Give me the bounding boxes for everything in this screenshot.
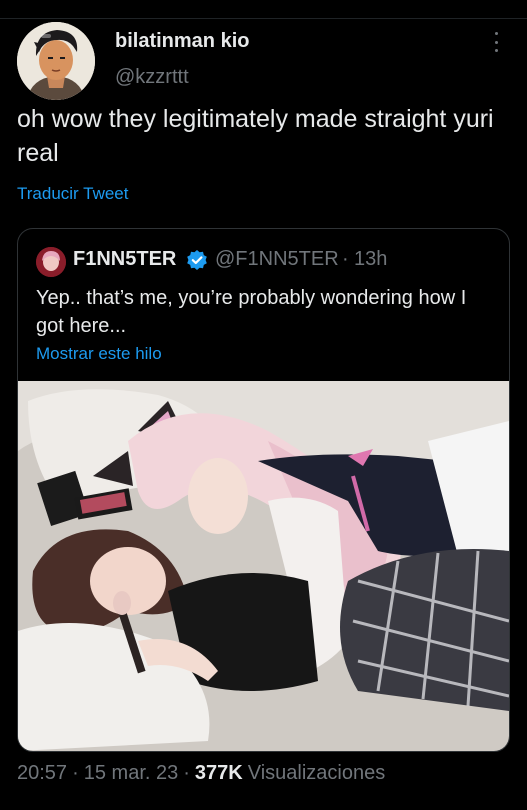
separator-dot: ·: [183, 762, 190, 784]
translate-tweet-link[interactable]: Traducir Tweet: [17, 184, 129, 204]
author-display-name[interactable]: bilatinman kio: [115, 30, 249, 53]
quoted-handle[interactable]: @F1NN5TER: [215, 248, 339, 271]
views-count[interactable]: 377K: [195, 762, 243, 785]
quoted-display-name[interactable]: F1NN5TER: [73, 248, 176, 271]
avatar-illustration-icon: [17, 22, 95, 100]
author-handle[interactable]: @kzzrttt: [115, 66, 189, 89]
tweet-meta: 20:57 · 15 mar. 23 · 377K Visualizacione…: [17, 762, 385, 785]
quoted-media-photo[interactable]: [18, 381, 509, 751]
tweet-date[interactable]: 15 mar. 23: [84, 762, 179, 785]
quoted-tweet-card[interactable]: F1NN5TER @F1NN5TER · 13h Yep.. that’s me…: [17, 228, 510, 752]
tweet-text: oh wow they legitimately made straight y…: [17, 105, 494, 167]
dot: [494, 40, 498, 44]
quoted-author-avatar[interactable]: [36, 247, 66, 277]
show-thread-link[interactable]: Mostrar este hilo: [36, 344, 162, 364]
quoted-tweet-text: Yep.. that’s me, you’re probably wonderi…: [36, 287, 467, 337]
separator-dot: ·: [72, 762, 79, 784]
quoted-avatar-icon: [36, 247, 66, 277]
top-divider: [0, 18, 527, 19]
dot: [494, 32, 498, 35]
dot: [494, 49, 498, 52]
more-options-icon[interactable]: [484, 30, 508, 54]
tweet-time[interactable]: 20:57: [17, 762, 67, 785]
separator-dot: ·: [342, 248, 349, 270]
author-avatar[interactable]: [17, 22, 95, 100]
verified-badge-icon: [187, 250, 207, 270]
quoted-timestamp[interactable]: 13h: [354, 248, 387, 271]
views-label[interactable]: Visualizaciones: [248, 762, 386, 785]
photo-illustration: [18, 381, 509, 751]
